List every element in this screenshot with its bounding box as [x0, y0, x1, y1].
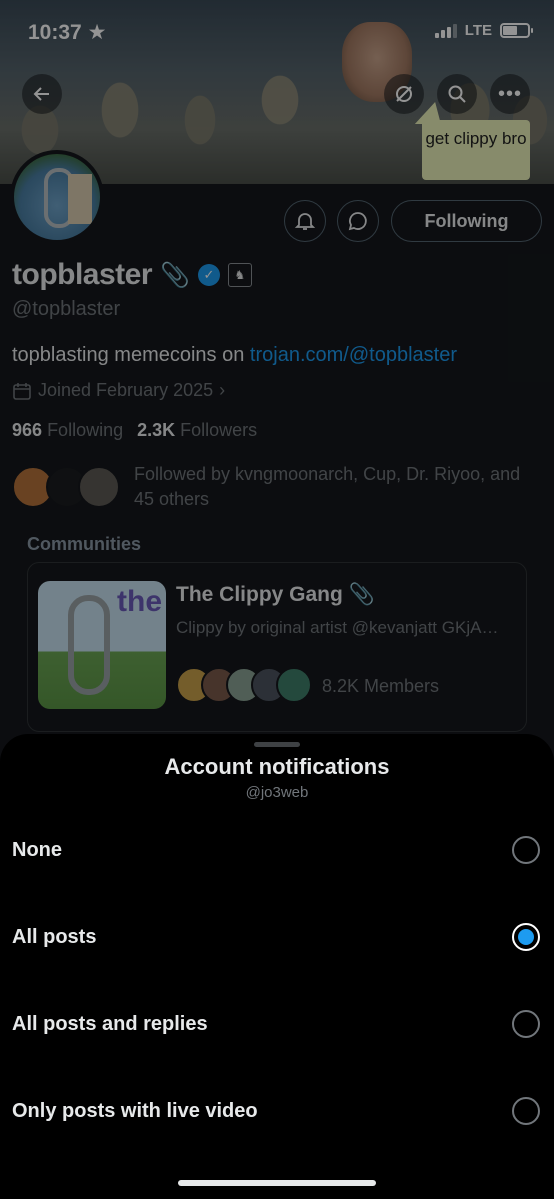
- account-notifications-sheet: Account notifications @jo3web None All p…: [0, 734, 554, 1199]
- option-label: All posts and replies: [12, 1012, 208, 1035]
- option-all-posts[interactable]: All posts: [0, 897, 554, 977]
- sheet-subtitle: @jo3web: [245, 784, 309, 801]
- option-none[interactable]: None: [0, 810, 554, 890]
- radio-button[interactable]: [512, 1097, 540, 1125]
- radio-button[interactable]: [512, 1010, 540, 1038]
- option-live-video[interactable]: Only posts with live video: [0, 1071, 554, 1151]
- sheet-grabber[interactable]: [254, 742, 300, 747]
- radio-button-selected[interactable]: [512, 923, 540, 951]
- option-all-posts-and-replies[interactable]: All posts and replies: [0, 984, 554, 1064]
- option-label: None: [12, 838, 62, 861]
- option-label: Only posts with live video: [12, 1099, 258, 1122]
- sheet-title: Account notifications: [164, 754, 390, 779]
- option-label: All posts: [12, 925, 97, 948]
- radio-button[interactable]: [512, 836, 540, 864]
- home-indicator[interactable]: [178, 1180, 376, 1186]
